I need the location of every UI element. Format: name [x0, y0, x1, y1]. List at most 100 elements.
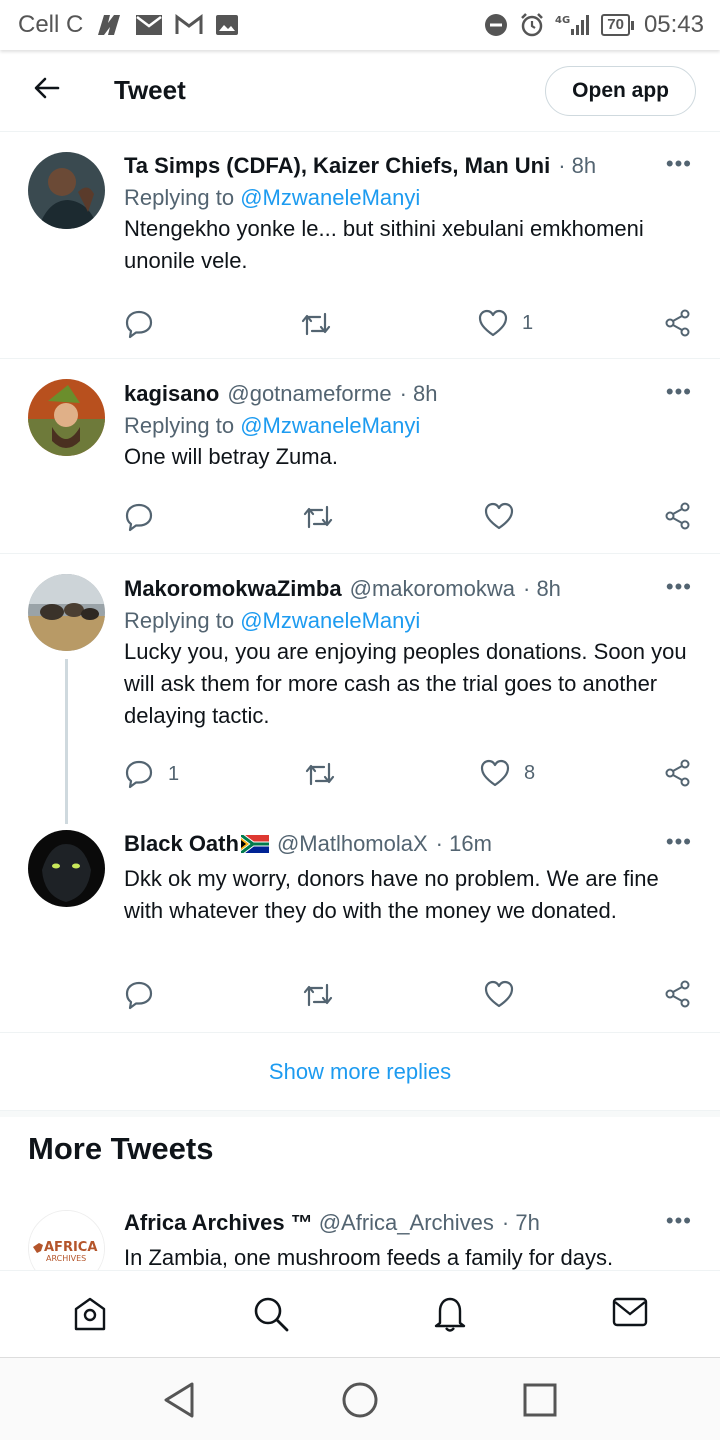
reply-button[interactable]: [124, 980, 154, 1010]
home-circle-icon[interactable]: [340, 1380, 380, 1425]
heart-icon: [484, 502, 514, 530]
mention-link[interactable]: @MzwaneleManyi: [240, 608, 420, 633]
like-button[interactable]: [484, 502, 514, 530]
reply-icon: [125, 310, 153, 339]
avatar[interactable]: [28, 830, 105, 907]
retweet-button[interactable]: [302, 980, 334, 1010]
retweet-icon: [305, 762, 335, 786]
heart-icon: [478, 309, 508, 337]
reply-tweet[interactable]: Ta Simps (CDFA), Kaizer Chiefs, Man Uni …: [0, 133, 720, 359]
avatar[interactable]: [28, 152, 105, 229]
reply-button[interactable]: 1: [124, 759, 179, 789]
alarm-icon: [519, 12, 545, 38]
like-button[interactable]: 8: [480, 759, 535, 787]
section-divider: [0, 1111, 720, 1117]
user-name[interactable]: kagisano: [124, 381, 219, 407]
tweet-time: · 8h: [399, 381, 438, 406]
user-handle: @makoromokwa: [349, 576, 515, 601]
user-handle: @Africa_Archives: [318, 1210, 494, 1235]
gallery-notification-icon: [215, 14, 239, 36]
retweet-button[interactable]: [304, 759, 336, 789]
share-button[interactable]: [664, 759, 692, 787]
show-more-replies-link[interactable]: Show more replies: [0, 1033, 720, 1111]
user-name[interactable]: Africa Archives ™: [124, 1210, 313, 1236]
heart-icon: [484, 980, 514, 1008]
avatar-text-top: AFRICA: [44, 1240, 97, 1255]
svg-text:4G: 4G: [555, 15, 570, 26]
more-options-icon[interactable]: •••: [666, 574, 692, 600]
more-options-icon[interactable]: •••: [666, 1208, 692, 1234]
gmail-notification-icon: [175, 14, 203, 36]
retweet-button[interactable]: [302, 502, 334, 532]
tweet-time: · 8h: [523, 576, 561, 601]
thread-line: [65, 659, 68, 824]
back-icon[interactable]: [160, 1380, 200, 1425]
page-title: Tweet: [114, 75, 186, 105]
clock: 05:43: [643, 11, 704, 38]
tweet-time: · 16m: [435, 831, 492, 856]
tweet-time: · 8h: [558, 153, 597, 178]
reply-icon: [125, 981, 153, 1010]
system-navigation: [0, 1357, 720, 1440]
back-arrow-icon[interactable]: [34, 77, 60, 104]
bottom-navigation: [0, 1270, 720, 1357]
avatar[interactable]: [28, 379, 105, 456]
like-count: 1: [522, 311, 534, 334]
user-name[interactable]: Ta Simps (CDFA), Kaizer Chiefs, Man Uni: [124, 153, 550, 179]
tweet-text: Dkk ok my worry, donors have no problem.…: [124, 866, 659, 923]
replying-to: Replying to @MzwaneleManyi: [124, 185, 421, 210]
user-handle: @gotnameforme: [227, 381, 392, 406]
mention-link[interactable]: @MzwaneleManyi: [240, 413, 420, 438]
reply-tweet[interactable]: Black Oath @MatlhomolaX · 16m ••• Dkk ok…: [0, 811, 720, 1033]
reply-icon: [125, 760, 153, 789]
search-icon[interactable]: [252, 1295, 290, 1338]
battery-indicator: 70: [601, 14, 634, 36]
south-africa-flag-icon: [240, 835, 269, 853]
reply-tweet[interactable]: MakoromokwaZimba @makoromokwa · 8h ••• R…: [0, 554, 720, 824]
reply-count: 1: [168, 762, 180, 785]
more-options-icon[interactable]: •••: [666, 151, 692, 177]
avatar[interactable]: AFRICA ARCHIVES: [28, 1210, 105, 1270]
like-button[interactable]: 1: [478, 309, 533, 337]
do-not-disturb-icon: [483, 12, 509, 38]
like-button[interactable]: [484, 980, 514, 1008]
status-bar: Cell C 4G 70 05:43: [0, 0, 720, 50]
user-handle: @MatlhomolaX: [276, 831, 428, 856]
replying-to: Replying to @MzwaneleManyi: [124, 413, 421, 438]
avatar[interactable]: [28, 574, 105, 651]
retweet-icon: [303, 505, 333, 529]
user-name[interactable]: MakoromokwaZimba: [124, 576, 342, 602]
heart-icon: [480, 759, 510, 787]
mail-notification-icon: [135, 14, 163, 36]
tweet-header: Tweet Open app: [0, 50, 720, 132]
signal-4g-icon: 4G: [555, 13, 591, 37]
more-options-icon[interactable]: •••: [666, 379, 692, 405]
news-app-icon: [95, 13, 123, 37]
share-button[interactable]: [664, 980, 692, 1008]
mail-icon[interactable]: [612, 1295, 648, 1334]
tweet-time: · 7h: [501, 1210, 540, 1235]
retweet-icon: [303, 983, 333, 1007]
mention-link[interactable]: @MzwaneleManyi: [240, 185, 420, 210]
reply-button[interactable]: [124, 309, 154, 339]
home-icon[interactable]: [72, 1295, 108, 1338]
share-icon: [665, 502, 690, 530]
recommended-tweet[interactable]: AFRICA ARCHIVES Africa Archives ™ @Afric…: [0, 1190, 720, 1270]
replying-to: Replying to @MzwaneleManyi: [124, 608, 421, 633]
like-count: 8: [524, 761, 536, 784]
share-icon: [665, 309, 690, 337]
open-app-button[interactable]: Open app: [545, 65, 696, 116]
tweet-text: In Zambia, one mushroom feeds a family f…: [124, 1245, 614, 1270]
share-button[interactable]: [664, 502, 692, 530]
retweet-button[interactable]: [300, 309, 332, 339]
bell-icon[interactable]: [432, 1295, 468, 1338]
share-button[interactable]: [664, 309, 692, 337]
user-name[interactable]: Black Oath: [124, 831, 239, 857]
more-options-icon[interactable]: •••: [666, 829, 692, 855]
more-tweets-heading: More Tweets: [28, 1131, 214, 1166]
avatar-text-bottom: ARCHIVES: [46, 1254, 86, 1263]
reply-button[interactable]: [124, 502, 154, 532]
share-icon: [665, 759, 690, 787]
recents-icon[interactable]: [520, 1380, 560, 1425]
reply-tweet[interactable]: kagisano @gotnameforme · 8h ••• Replying…: [0, 359, 720, 554]
